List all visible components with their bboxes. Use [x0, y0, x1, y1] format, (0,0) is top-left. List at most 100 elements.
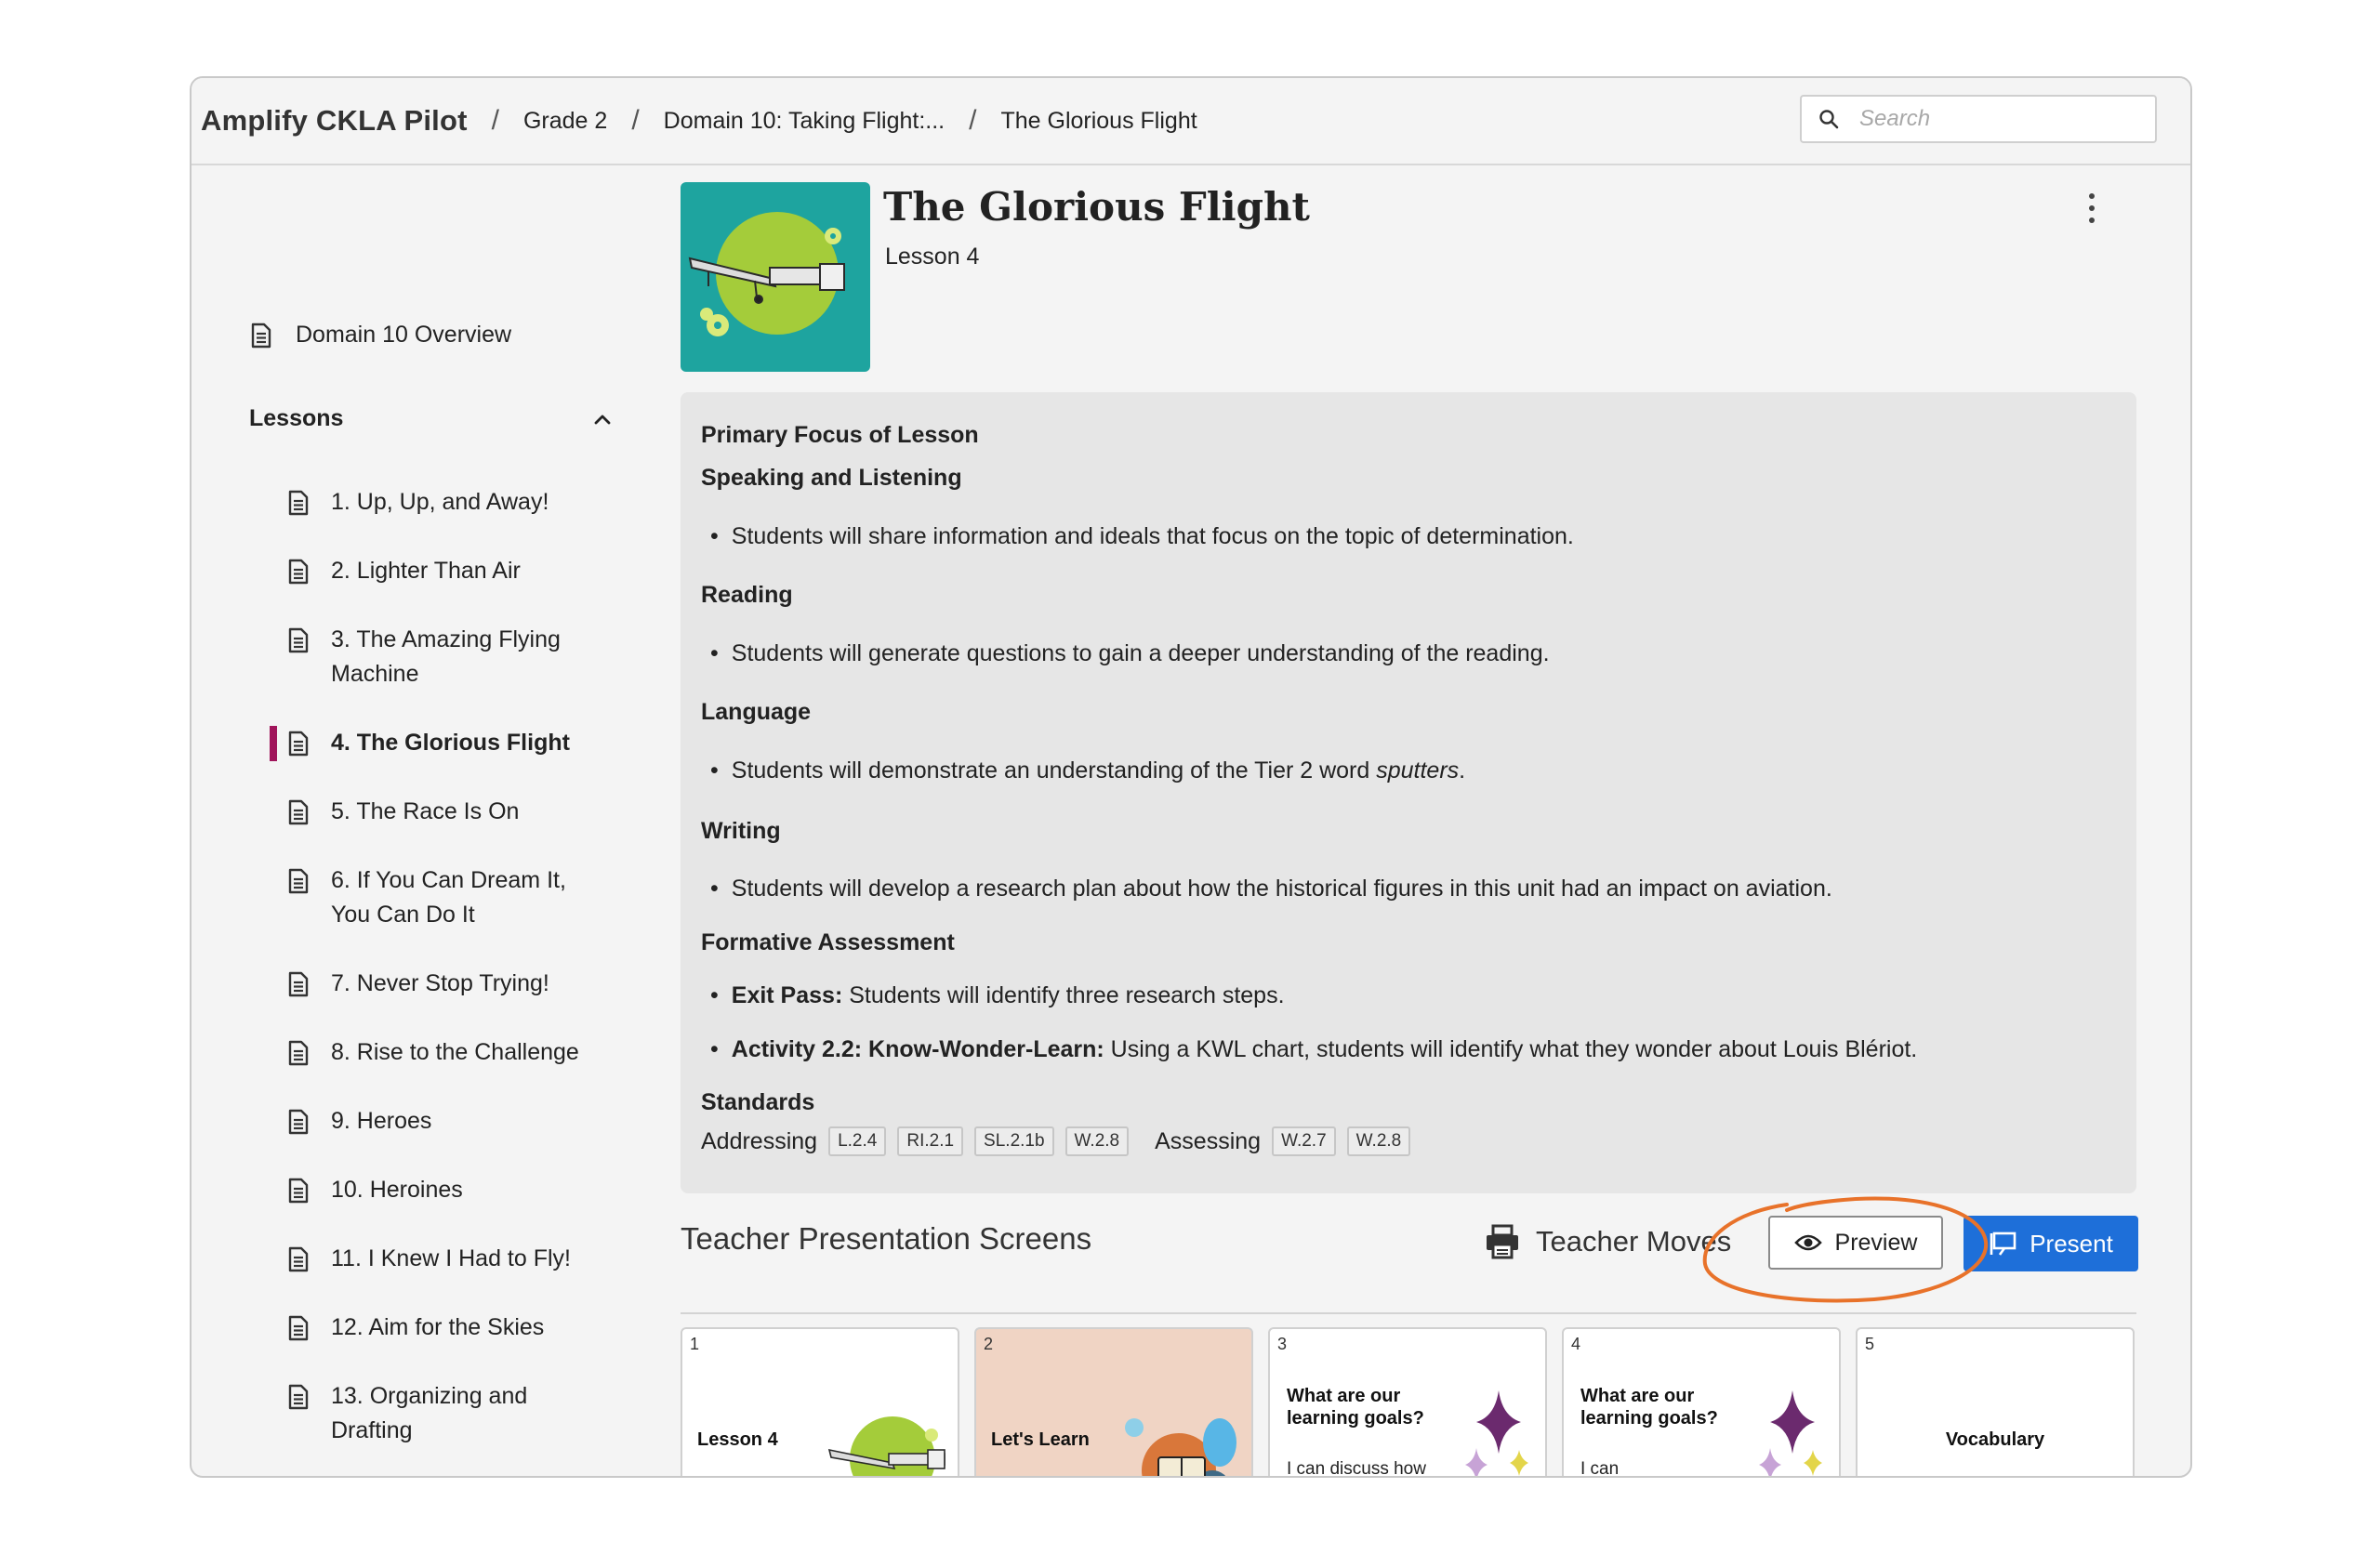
screen-card-5[interactable]: 5 Vocabulary — [1856, 1327, 2135, 1476]
present-label: Present — [2030, 1229, 2113, 1258]
breadcrumb-root[interactable]: Amplify CKLA Pilot — [201, 104, 468, 138]
lesson-label-line: 13. Organizing and — [331, 1383, 528, 1409]
domain-overview-label: Domain 10 Overview — [296, 322, 512, 348]
screen-card-3[interactable]: 3 What are our learning goals? I can dis… — [1268, 1327, 1547, 1476]
activity-bullet: Activity 2.2: Know-Wonder-Learn: Using a… — [701, 1036, 1917, 1063]
lesson-label-line: 1. Up, Up, and Away! — [331, 489, 549, 515]
sparkle-icon — [1465, 1390, 1528, 1476]
sidebar-lesson-item[interactable]: 7. Never Stop Trying! — [288, 967, 549, 1001]
screen-title: Lesson 4 — [697, 1429, 778, 1450]
speaking-bullet: Students will share information and idea… — [701, 523, 1574, 550]
formative-heading: Formative Assessment — [701, 929, 955, 955]
primary-focus-heading: Primary Focus of Lesson — [701, 422, 979, 448]
document-icon — [288, 868, 309, 894]
lesson-label-line: 4. The Glorious Flight — [331, 730, 570, 756]
app-window: Amplify CKLA Pilot / Grade 2 / Domain 10… — [190, 76, 2192, 1478]
domain-overview-link[interactable]: Domain 10 Overview — [251, 322, 511, 349]
screen-title: Let's Learn — [991, 1429, 1090, 1450]
lesson-thumbnail — [681, 182, 870, 372]
sidebar-lesson-item[interactable]: 3. The Amazing Flying Machine — [288, 623, 561, 691]
screen-number: 2 — [984, 1335, 994, 1353]
lesson-label: 3. The Amazing Flying Machine — [331, 623, 561, 691]
active-lesson-marker — [270, 726, 277, 761]
breadcrumb-separator: / — [969, 105, 977, 136]
activity-text: Using a KWL chart, students will identif… — [1104, 1036, 1918, 1062]
lesson-label-line: You Can Do It — [331, 902, 475, 928]
sidebar-lesson-item[interactable]: 12. Aim for the Skies — [288, 1310, 544, 1345]
lesson-label-line: 11. I Knew I Had to Fly! — [331, 1245, 571, 1271]
lesson-subtitle: Lesson 4 — [885, 244, 980, 270]
addressing-label: Addressing — [701, 1127, 818, 1154]
lesson-label: 1. Up, Up, and Away! — [331, 485, 549, 520]
presentation-heading: Teacher Presentation Screens — [681, 1221, 1092, 1256]
exit-pass-text: Students will identify three research st… — [842, 982, 1285, 1008]
lesson-label-line: 10. Heroines — [331, 1177, 463, 1203]
sidebar-lesson-item[interactable]: 11. I Knew I Had to Fly! — [288, 1242, 571, 1276]
document-icon — [288, 1040, 309, 1066]
present-icon — [1990, 1231, 2016, 1256]
language-bullet-end: . — [1459, 757, 1466, 784]
screen-title: Vocabulary — [1945, 1429, 2045, 1450]
lesson-label-line: 12. Aim for the Skies — [331, 1314, 545, 1340]
lesson-label: 4. The Glorious Flight — [331, 726, 570, 760]
sidebar-lesson-item[interactable]: 8. Rise to the Challenge — [288, 1035, 579, 1070]
document-icon — [288, 1246, 309, 1272]
screen-card-1[interactable]: 1 Lesson 4 — [681, 1327, 959, 1476]
search-box[interactable] — [1800, 95, 2157, 143]
screen-title: What are our learning goals? — [1287, 1386, 1424, 1429]
screen-card-2[interactable]: 2 Let's Learn — [974, 1327, 1253, 1476]
screen-subtext: I can — [1580, 1459, 1620, 1478]
lesson-label-line: 9. Heroes — [331, 1108, 432, 1134]
present-button[interactable]: Present — [1964, 1216, 2138, 1271]
preview-label: Preview — [1834, 1229, 1918, 1256]
screen-title: What are our learning goals? — [1580, 1386, 1718, 1429]
sidebar-lesson-item[interactable]: 13. Organizing and Drafting — [288, 1379, 527, 1448]
sidebar-lesson-item[interactable]: 6. If You Can Dream It, You Can Do It — [288, 863, 566, 932]
lesson-label: 13. Organizing and Drafting — [331, 1379, 527, 1448]
lesson-label-line: Drafting — [331, 1417, 413, 1443]
more-options-icon[interactable] — [2082, 193, 2101, 230]
standard-tag[interactable]: RI.2.1 — [897, 1126, 964, 1156]
lesson-label: 2. Lighter Than Air — [331, 554, 521, 588]
standards-row: Addressing L.2.4 RI.2.1 SL.2.1b W.2.8 As… — [701, 1126, 1411, 1156]
document-icon — [288, 627, 309, 653]
lesson-label-line: 8. Rise to the Challenge — [331, 1039, 579, 1065]
lessons-section-header[interactable]: Lessons — [249, 405, 612, 432]
lesson-label: 5. The Race Is On — [331, 795, 519, 829]
sparkle-icon — [1759, 1390, 1822, 1476]
chevron-up-icon[interactable] — [593, 413, 612, 426]
sidebar-lesson-item[interactable]: 5. The Race Is On — [288, 795, 519, 829]
standard-tag[interactable]: W.2.8 — [1064, 1126, 1130, 1156]
eye-icon — [1793, 1234, 1822, 1251]
lesson-label-line: 7. Never Stop Trying! — [331, 970, 549, 996]
sidebar-lesson-item[interactable]: 9. Heroes — [288, 1104, 431, 1139]
standard-tag[interactable]: SL.2.1b — [974, 1126, 1054, 1156]
standard-tag[interactable]: W.2.8 — [1346, 1126, 1411, 1156]
primary-focus-panel: Primary Focus of Lesson Speaking and Lis… — [681, 392, 2136, 1193]
document-icon — [288, 490, 309, 516]
lesson-label: 9. Heroes — [331, 1104, 431, 1139]
writing-bullet: Students will develop a research plan ab… — [701, 876, 1832, 902]
document-icon — [288, 1178, 309, 1204]
preview-button[interactable]: Preview — [1768, 1216, 1943, 1270]
screen-card-4[interactable]: 4 What are our learning goals? I can — [1562, 1327, 1841, 1478]
top-bar: Amplify CKLA Pilot / Grade 2 / Domain 10… — [192, 78, 2190, 165]
standard-tag[interactable]: W.2.7 — [1272, 1126, 1336, 1156]
sidebar-lesson-item[interactable]: 10. Heroines — [288, 1173, 463, 1207]
standard-tag[interactable]: L.2.4 — [828, 1126, 887, 1156]
breadcrumb-domain[interactable]: Domain 10: Taking Flight:... — [664, 108, 945, 135]
language-bullet: Students will demonstrate an understandi… — [701, 757, 1465, 784]
lesson-label: 6. If You Can Dream It, You Can Do It — [331, 863, 566, 932]
search-input[interactable] — [1858, 105, 2122, 133]
breadcrumb-grade[interactable]: Grade 2 — [523, 108, 607, 135]
sidebar-lesson-item[interactable]: 1. Up, Up, and Away! — [288, 485, 549, 520]
book-illustration — [1125, 1418, 1236, 1476]
sidebar-lesson-item[interactable]: 2. Lighter Than Air — [288, 554, 521, 588]
speaking-heading: Speaking and Listening — [701, 465, 962, 491]
teacher-moves-button[interactable]: Teacher Moves — [1484, 1223, 1731, 1260]
lesson-label: 12. Aim for the Skies — [331, 1310, 544, 1345]
writing-heading: Writing — [701, 818, 781, 844]
sidebar-lesson-item[interactable]: 4. The Glorious Flight — [288, 726, 570, 760]
language-bullet-text: Students will demonstrate an understandi… — [731, 757, 1377, 784]
document-icon — [288, 971, 309, 997]
